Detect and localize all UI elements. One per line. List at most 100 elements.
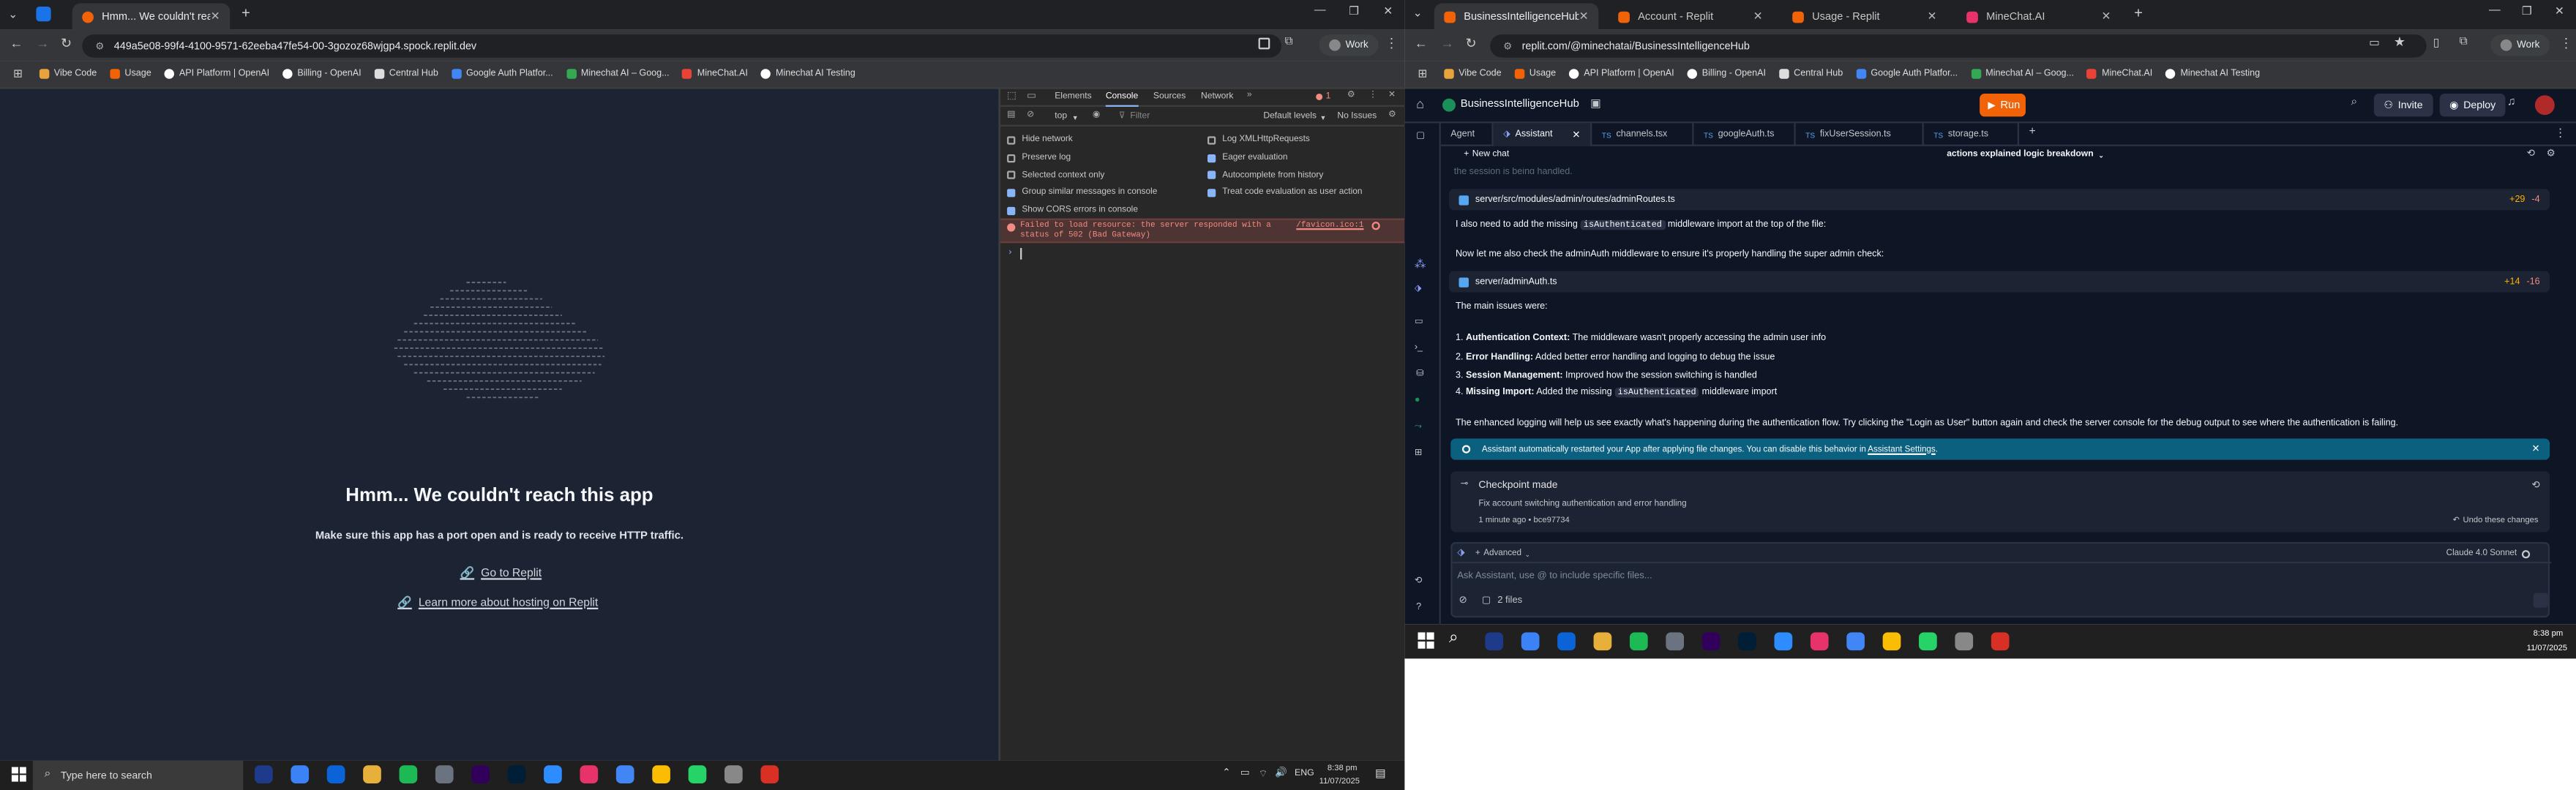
checkbox[interactable]: [1007, 206, 1016, 215]
chat-title-select[interactable]: actions explained logic breakdown ⌄: [1947, 149, 2104, 159]
console-setting-3[interactable]: Group similar messages in console: [1007, 184, 1204, 202]
spotify-app-icon[interactable]: [399, 765, 418, 784]
avatar[interactable]: [2534, 95, 2555, 116]
photoshop-app-icon[interactable]: [1738, 632, 1756, 651]
forward-icon[interactable]: →: [36, 36, 49, 50]
checkbox[interactable]: [1007, 188, 1016, 198]
bookmark-item[interactable]: Minechat AI Testing: [2165, 69, 2260, 79]
site-info-icon[interactable]: ⚙: [1503, 40, 1512, 51]
bookmark-item[interactable]: Vibe Code: [1443, 69, 1502, 79]
left-tab-active[interactable]: Hmm... We couldn't reach this app ✕: [72, 3, 231, 30]
close-window-icon[interactable]: ✕: [2555, 5, 2564, 18]
close-tab-icon[interactable]: ✕: [1928, 10, 1937, 23]
learn-more-link[interactable]: 🔗 Learn more about hosting on Replit: [397, 596, 598, 609]
taskbar-search-box[interactable]: ⌕ Type here to search: [32, 760, 244, 790]
menu-icon[interactable]: ⋮: [1385, 36, 1398, 50]
assistant-settings-link[interactable]: Assistant Settings: [1868, 444, 1936, 454]
more-tabs-icon[interactable]: »: [1247, 90, 1252, 99]
sidebar-toggle-icon[interactable]: ▢: [1416, 132, 1425, 141]
error-source-link[interactable]: /favicon.ico:1: [1296, 222, 1363, 230]
devtools-settings-icon[interactable]: ⚙: [1347, 90, 1355, 99]
advanced-dropdown[interactable]: + Advanced ⌄: [1475, 549, 1530, 558]
checkbox[interactable]: [1007, 154, 1016, 162]
windows-start-icon[interactable]: [11, 767, 26, 782]
new-tab-icon[interactable]: +: [242, 5, 250, 21]
file-explorer-icon[interactable]: [1593, 632, 1612, 651]
console-setting-0[interactable]: Hide network: [1007, 132, 1204, 149]
minimize-icon[interactable]: —: [1314, 5, 1326, 17]
console-setting-2[interactable]: Autocomplete from history: [1208, 167, 1404, 184]
bookmark-item[interactable]: MineChat.AI: [682, 69, 748, 79]
bookmark-item[interactable]: Google Auth Platfor...: [1856, 69, 1958, 79]
checkbox[interactable]: [1007, 171, 1016, 180]
chat-history-icon[interactable]: ⟲: [2527, 148, 2535, 159]
bookmark-item[interactable]: Central Hub: [1778, 69, 1843, 79]
cast-icon[interactable]: ▭: [2369, 36, 2380, 50]
bookmark-item[interactable]: Usage: [1514, 69, 1556, 79]
chrome-app-icon[interactable]: [1882, 632, 1901, 651]
device-toolbar-icon[interactable]: ▭: [1027, 90, 1036, 102]
bookmark-item[interactable]: Billing - OpenAI: [1687, 69, 1766, 79]
project-name[interactable]: BusinessIntelligenceHub: [1461, 99, 1579, 110]
right-tab-account[interactable]: Account - Replit ✕: [1609, 3, 1772, 29]
new-chat-button[interactable]: + New chat: [1464, 149, 1509, 159]
settings-app-icon[interactable]: [1666, 632, 1685, 651]
edge-app-icon[interactable]: [1521, 632, 1540, 651]
language-indicator[interactable]: ENG: [1295, 769, 1314, 778]
site-info-icon[interactable]: ⚙: [95, 40, 104, 51]
clear-console-icon[interactable]: ⊘: [1027, 110, 1034, 119]
console-setting-2[interactable]: Selected context only: [1007, 167, 1204, 184]
chat-settings-icon[interactable]: ⚙: [2547, 148, 2556, 159]
tab-console[interactable]: Console: [1105, 92, 1139, 107]
git-icon[interactable]: ⤳: [1415, 422, 1422, 434]
minechat-app-icon[interactable]: [580, 765, 599, 784]
store-app-icon[interactable]: [1557, 632, 1576, 651]
right-tab-replit[interactable]: BusinessIntelligenceHub - Repl ✕: [1434, 3, 1599, 30]
tab-network[interactable]: Network: [1201, 92, 1233, 102]
apps-grid-icon[interactable]: ⊞: [1418, 67, 1427, 80]
checkbox[interactable]: [1208, 171, 1216, 180]
bookmark-item[interactable]: Vibe Code: [39, 69, 97, 79]
help-icon[interactable]: ?: [1416, 603, 1421, 612]
files-button[interactable]: ▢ 2 files: [1482, 596, 1522, 606]
tab-search-icon[interactable]: ⌄: [1413, 7, 1423, 20]
agent-icon[interactable]: ⬗: [1415, 284, 1422, 293]
bookmark-item[interactable]: API Platform | OpenAI: [164, 69, 269, 79]
console-setting-4[interactable]: Show CORS errors in console: [1007, 202, 1204, 219]
error-count-badge[interactable]: 1: [1316, 92, 1330, 102]
bookmark-item[interactable]: Usage: [110, 69, 151, 79]
deploy-button[interactable]: ◉ Deploy: [2439, 93, 2506, 117]
premiere-app-icon[interactable]: [471, 765, 490, 784]
run-button[interactable]: ▶ Run: [1980, 93, 2026, 117]
add-tab-icon[interactable]: +: [2029, 127, 2035, 138]
file-change-card[interactable]: server/src/modules/admin/routes/adminRou…: [1449, 189, 2550, 211]
whatsapp-app-icon[interactable]: [1919, 632, 1937, 651]
bookmark-item[interactable]: Central Hub: [374, 69, 438, 79]
chrome-app-icon[interactable]: [615, 765, 634, 784]
bookmark-item[interactable]: Minechat AI – Goog...: [566, 69, 670, 79]
console-filter-input[interactable]: ⊽ Filter: [1119, 110, 1251, 123]
tab-agent[interactable]: Agent: [1441, 123, 1494, 146]
console-input[interactable]: [1020, 248, 1022, 260]
edge-app-icon[interactable]: [291, 765, 310, 784]
chrome-app-icon[interactable]: [760, 765, 779, 784]
reload-icon[interactable]: ↻: [61, 36, 72, 50]
right-tab-minechat[interactable]: MineChat.AI ✕: [1957, 3, 2121, 29]
search-icon[interactable]: ⌕: [2351, 97, 2357, 110]
restore-icon[interactable]: ❐: [1349, 5, 1359, 18]
close-window-icon[interactable]: ✕: [1383, 5, 1393, 18]
sidebar-toggle-icon[interactable]: ▤: [1007, 110, 1015, 119]
premiere-app-icon[interactable]: [1701, 632, 1721, 651]
minechat-app-icon[interactable]: [1810, 632, 1829, 651]
reload-icon[interactable]: ↻: [1465, 36, 1476, 50]
home-icon[interactable]: ⌂: [1416, 97, 1424, 111]
bookmark-item[interactable]: MineChat.AI: [2086, 69, 2152, 79]
menu-icon[interactable]: ⋮: [2560, 36, 2573, 50]
chrome-app-icon[interactable]: [652, 765, 670, 784]
checkbox[interactable]: [1007, 136, 1016, 145]
bookmark-star-icon[interactable]: ★: [2394, 34, 2405, 49]
profile-button[interactable]: Work: [2490, 34, 2550, 56]
bookmark-item[interactable]: Google Auth Platfor...: [451, 69, 553, 79]
dismiss-icon[interactable]: ✕: [2531, 443, 2539, 454]
photoshop-app-icon[interactable]: [507, 765, 526, 784]
